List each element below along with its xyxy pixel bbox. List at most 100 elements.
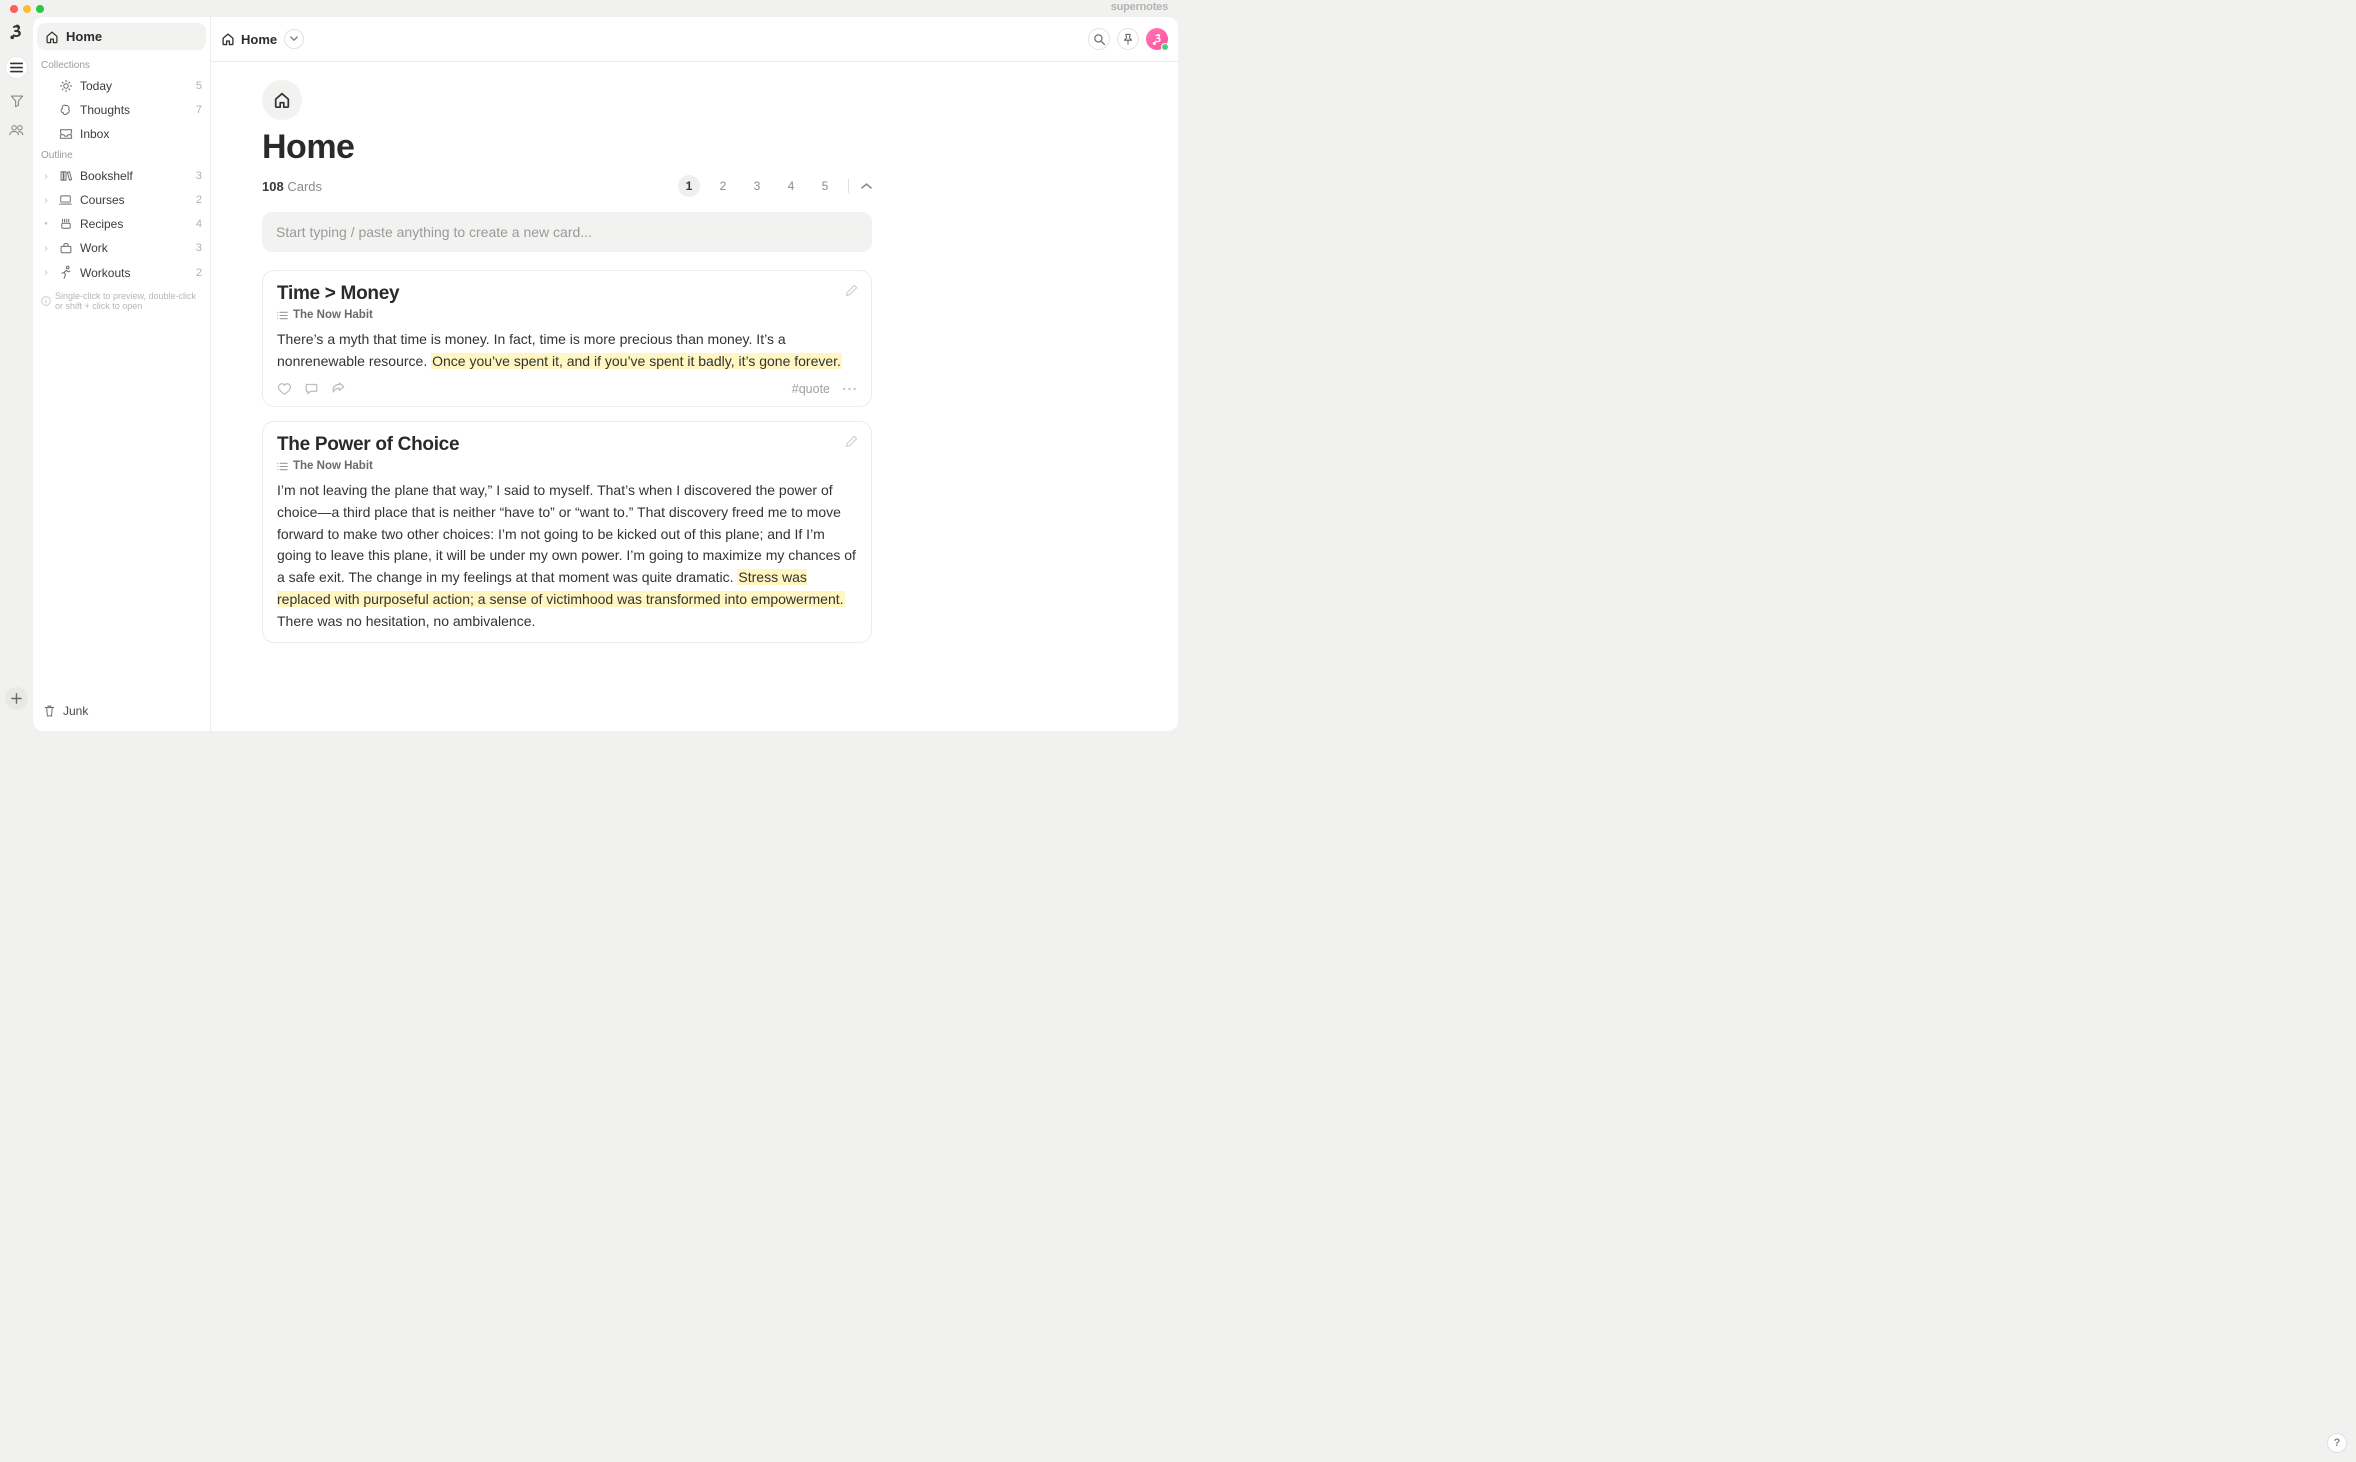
add-button[interactable] [5,687,28,710]
sidebar-item-today[interactable]: Today 5 [33,74,210,98]
brain-icon [58,103,73,117]
card[interactable]: Time > Money The Now Habit There’s a myt… [262,270,872,407]
heart-icon [277,382,292,396]
recipes-icon [58,217,73,231]
sidebar-item-label: Workouts [80,266,130,280]
share-button[interactable] [331,382,346,396]
menu-icon [10,62,23,73]
card-parent-label: The Now Habit [293,309,373,321]
comment-icon [304,382,319,396]
app-logo-icon[interactable] [9,24,24,41]
card-parent[interactable]: The Now Habit [277,460,857,472]
people-icon [9,123,25,137]
books-icon [58,169,73,183]
maximize-window-icon[interactable] [36,5,44,13]
minimize-window-icon[interactable] [23,5,31,13]
chevron-right-icon[interactable]: › [41,195,51,206]
sidebar-item-count: 2 [196,267,202,279]
home-icon [221,32,235,46]
sidebar-hint: Single-click to preview, double-click or… [33,285,210,311]
topbar: Home [211,17,1178,62]
content-scroll[interactable]: Home 108 Cards 1 2 3 4 5 [211,62,1178,657]
list-icon [277,311,288,320]
comment-button[interactable] [304,382,319,396]
brand-wordmark: supernotes [1111,1,1168,13]
sidebar-item-count: 7 [196,104,202,116]
chevron-right-icon[interactable]: › [41,243,51,254]
card-title: Time > Money [277,283,857,305]
sidebar-item-bookshelf[interactable]: › Bookshelf 3 [33,164,210,188]
sidebar-item-courses[interactable]: › Courses 2 [33,188,210,212]
search-icon [1093,33,1106,46]
filter-button[interactable] [10,94,24,108]
page-3[interactable]: 3 [746,175,768,197]
search-button[interactable] [1088,28,1110,50]
sidebar-item-label: Thoughts [80,103,130,117]
sidebar-item-workouts[interactable]: › Workouts 2 [33,260,210,285]
run-icon [58,265,73,280]
card-title: The Power of Choice [277,434,857,456]
close-window-icon[interactable] [10,5,18,13]
card-body: There’s a myth that time is money. In fa… [277,329,857,372]
new-card-input[interactable]: Start typing / paste anything to create … [262,212,872,252]
home-icon [45,30,59,44]
help-button[interactable]: ? [2327,1433,2347,1453]
window-controls[interactable] [10,5,44,13]
breadcrumb[interactable]: Home [221,32,277,47]
sidebar-section-outline: Outline [33,146,210,164]
people-button[interactable] [9,123,25,137]
laptop-icon [58,194,73,206]
card[interactable]: The Power of Choice The Now Habit I’m no… [262,421,872,643]
rail [0,17,33,731]
info-icon [41,296,51,306]
like-button[interactable] [277,382,292,396]
sidebar-junk-label: Junk [63,704,88,718]
pin-button[interactable] [1117,28,1139,50]
pencil-icon [845,283,859,297]
sidebar-section-collections: Collections [33,56,210,74]
edit-button[interactable] [845,283,859,297]
card-body: I’m not leaving the plane that way,” I s… [277,480,857,632]
home-icon [273,91,291,109]
sidebar-item-label: Inbox [80,127,109,141]
card-count: 108 Cards [262,179,322,194]
more-icon [842,387,857,391]
page-2[interactable]: 2 [712,175,734,197]
sidebar-item-thoughts[interactable]: Thoughts 7 [33,98,210,122]
breadcrumb-dropdown[interactable] [284,29,304,49]
card-tag[interactable]: #quote [792,382,830,396]
trash-icon [43,704,56,718]
breadcrumb-label: Home [241,32,277,47]
plus-icon [11,693,22,704]
more-button[interactable] [842,387,857,391]
sidebar-home[interactable]: Home [37,23,206,50]
pin-icon [1122,33,1134,46]
sidebar-item-inbox[interactable]: Inbox [33,122,210,146]
sidebar-item-recipes[interactable]: ● Recipes 4 [33,212,210,236]
chevron-down-icon [290,36,298,42]
edit-button[interactable] [845,434,859,448]
main: Home Home [211,17,1178,731]
card-parent[interactable]: The Now Habit [277,309,857,321]
briefcase-icon [58,242,73,255]
avatar[interactable] [1146,28,1168,50]
pencil-icon [845,434,859,448]
sidebar-item-label: Work [80,241,108,255]
highlight: Once you’ve spent it, and if you’ve spen… [431,353,842,369]
sidebar-item-work[interactable]: › Work 3 [33,236,210,260]
sidebar: Home Collections Today 5 Thoughts 7 Inbo… [33,17,211,731]
avatar-icon [1152,33,1163,46]
collapse-button[interactable] [861,182,872,190]
share-icon [331,382,346,396]
sidebar-home-label: Home [66,29,102,44]
sidebar-item-count: 4 [196,218,202,230]
sidebar-junk[interactable]: Junk [33,696,210,731]
menu-button[interactable] [5,56,28,79]
card-footer: #quote [277,382,857,396]
chevron-right-icon[interactable]: › [41,267,51,278]
page-1[interactable]: 1 [678,175,700,197]
page-5[interactable]: 5 [814,175,836,197]
page-4[interactable]: 4 [780,175,802,197]
sidebar-item-label: Bookshelf [80,169,133,183]
chevron-right-icon[interactable]: › [41,171,51,182]
